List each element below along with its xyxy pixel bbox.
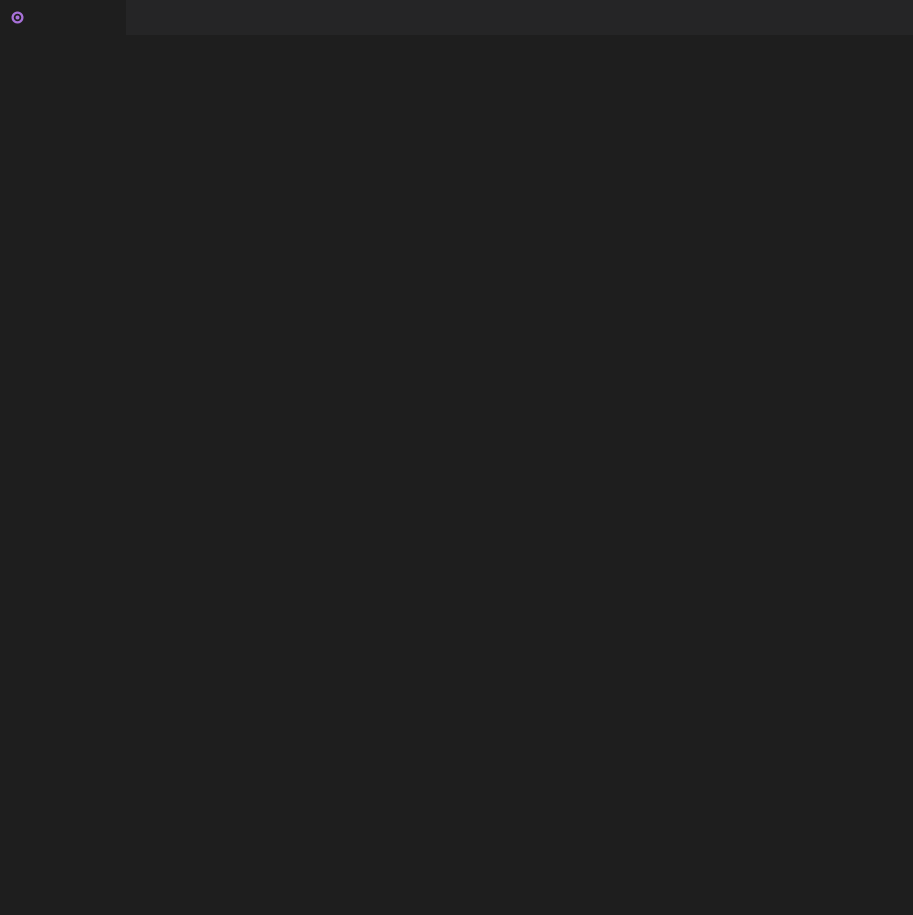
tab-bar xyxy=(0,0,913,35)
breadcrumb xyxy=(0,35,913,57)
close-icon[interactable] xyxy=(39,16,43,20)
eslint-file-icon xyxy=(10,10,25,25)
tab-eslintrc[interactable] xyxy=(0,0,126,35)
